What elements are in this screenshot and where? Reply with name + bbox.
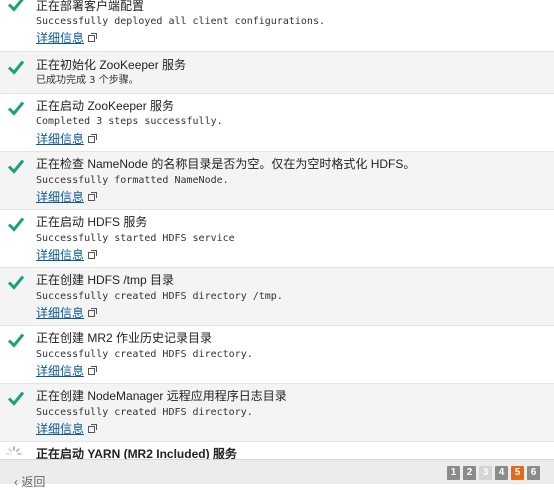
page-2-button[interactable]: 2 <box>463 466 476 480</box>
check-icon <box>7 58 25 76</box>
check-icon <box>7 157 25 175</box>
external-link-icon <box>88 366 98 375</box>
details-link[interactable]: 详细信息 <box>36 132 98 146</box>
external-link-icon <box>88 424 98 433</box>
step-message: 已成功完成 3 个步骤。 <box>36 75 139 86</box>
page-6-button[interactable]: 6 <box>527 466 540 480</box>
step-item: 正在部署客户端配置 Successfully deployed all clie… <box>0 0 554 52</box>
step-title: 正在启动 HDFS 服务 <box>36 215 148 229</box>
page-5-button[interactable]: 5 <box>511 466 524 480</box>
external-link-icon <box>88 308 98 317</box>
check-icon <box>7 0 25 13</box>
page-4-button[interactable]: 4 <box>495 466 508 480</box>
details-link[interactable]: 详细信息 <box>36 190 98 204</box>
check-icon <box>7 215 25 233</box>
step-message: Successfully created HDFS directory /tmp… <box>36 291 283 302</box>
pagination: 1 2 3 4 5 6 <box>447 466 540 480</box>
page-3-button[interactable]: 3 <box>479 466 492 480</box>
check-icon <box>7 331 25 349</box>
details-link[interactable]: 详细信息 <box>36 31 98 45</box>
details-link[interactable]: 详细信息 <box>36 306 98 320</box>
details-link[interactable]: 详细信息 <box>36 248 98 262</box>
external-link-icon <box>88 250 98 259</box>
step-item: 正在启动 HDFS 服务 Successfully started HDFS s… <box>0 210 554 268</box>
step-title: 正在初始化 ZooKeeper 服务 <box>36 58 187 72</box>
step-title: 正在检查 NameNode 的名称目录是否为空。仅在为空时格式化 HDFS。 <box>36 157 416 171</box>
step-item: 正在创建 HDFS /tmp 目录 Successfully created H… <box>0 268 554 326</box>
step-message: Successfully formatted NameNode. <box>36 175 229 186</box>
step-title: 正在创建 MR2 作业历史记录目录 <box>36 331 213 345</box>
step-item: 正在创建 NodeManager 远程应用程序日志目录 Successfully… <box>0 384 554 442</box>
back-button[interactable]: ‹ 返回 <box>14 473 45 490</box>
step-title: 正在创建 HDFS /tmp 目录 <box>36 273 175 287</box>
check-icon <box>7 389 25 407</box>
step-message: Completed 3 steps successfully. <box>36 116 223 127</box>
details-link[interactable]: 详细信息 <box>36 364 98 378</box>
external-link-icon <box>88 134 98 143</box>
step-message: Successfully started HDFS service <box>36 233 235 244</box>
step-item: 正在创建 MR2 作业历史记录目录 Successfully created H… <box>0 326 554 384</box>
external-link-icon <box>88 192 98 201</box>
external-link-icon <box>88 33 98 42</box>
step-message: Successfully deployed all client configu… <box>36 16 325 27</box>
step-message: Successfully created HDFS directory. <box>36 349 253 360</box>
step-title: 正在部署客户端配置 <box>36 0 145 13</box>
details-link[interactable]: 详细信息 <box>36 422 98 436</box>
page-1-button[interactable]: 1 <box>447 466 460 480</box>
check-icon <box>7 273 25 291</box>
check-icon <box>7 99 25 117</box>
step-message: Successfully created HDFS directory. <box>36 407 253 418</box>
step-item: 正在初始化 ZooKeeper 服务 已成功完成 3 个步骤。 <box>0 52 554 94</box>
footer-bar: ‹ 返回 1 2 3 4 5 6 <box>0 459 554 489</box>
step-item: 正在启动 ZooKeeper 服务 Completed 3 steps succ… <box>0 94 554 152</box>
step-title: 正在启动 ZooKeeper 服务 <box>36 99 175 113</box>
step-item: 正在检查 NameNode 的名称目录是否为空。仅在为空时格式化 HDFS。 S… <box>0 152 554 210</box>
step-title: 正在创建 NodeManager 远程应用程序日志目录 <box>36 389 287 403</box>
